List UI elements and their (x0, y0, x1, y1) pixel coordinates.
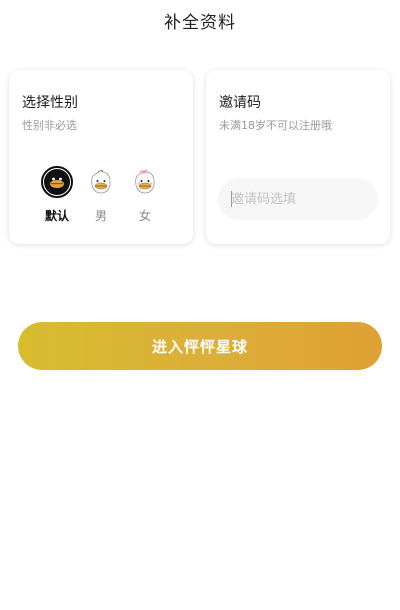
invite-code-card: 邀请码 未满18岁不可以注册哦 (206, 70, 390, 244)
male-duck-avatar-icon (85, 166, 117, 198)
gender-card-title: 选择性别 (22, 95, 78, 111)
default-duck-avatar-icon (41, 166, 73, 198)
gender-option-female[interactable]: 女 (127, 166, 163, 224)
enter-planet-button[interactable]: 进入怦怦星球 (18, 322, 382, 370)
gender-label-female: 女 (138, 209, 151, 223)
gender-option-default[interactable]: 默认 (39, 166, 75, 224)
invite-code-input[interactable] (218, 178, 378, 220)
gender-options: 默认 男 女 (9, 166, 193, 224)
gender-card: 选择性别 性别非必选 默认 男 女 (9, 70, 193, 244)
invite-card-title: 邀请码 (219, 95, 261, 111)
female-duck-avatar-icon (129, 166, 161, 198)
text-caret (231, 191, 232, 207)
gender-label-male: 男 (94, 209, 107, 223)
gender-option-male[interactable]: 男 (83, 166, 119, 224)
invite-code-field-wrapper (218, 178, 378, 220)
invite-card-subtitle: 未满18岁不可以注册哦 (219, 119, 332, 132)
gender-label-default: 默认 (44, 209, 69, 223)
gender-card-subtitle: 性别非必选 (22, 119, 77, 132)
page-title: 补全资料 (164, 13, 236, 33)
